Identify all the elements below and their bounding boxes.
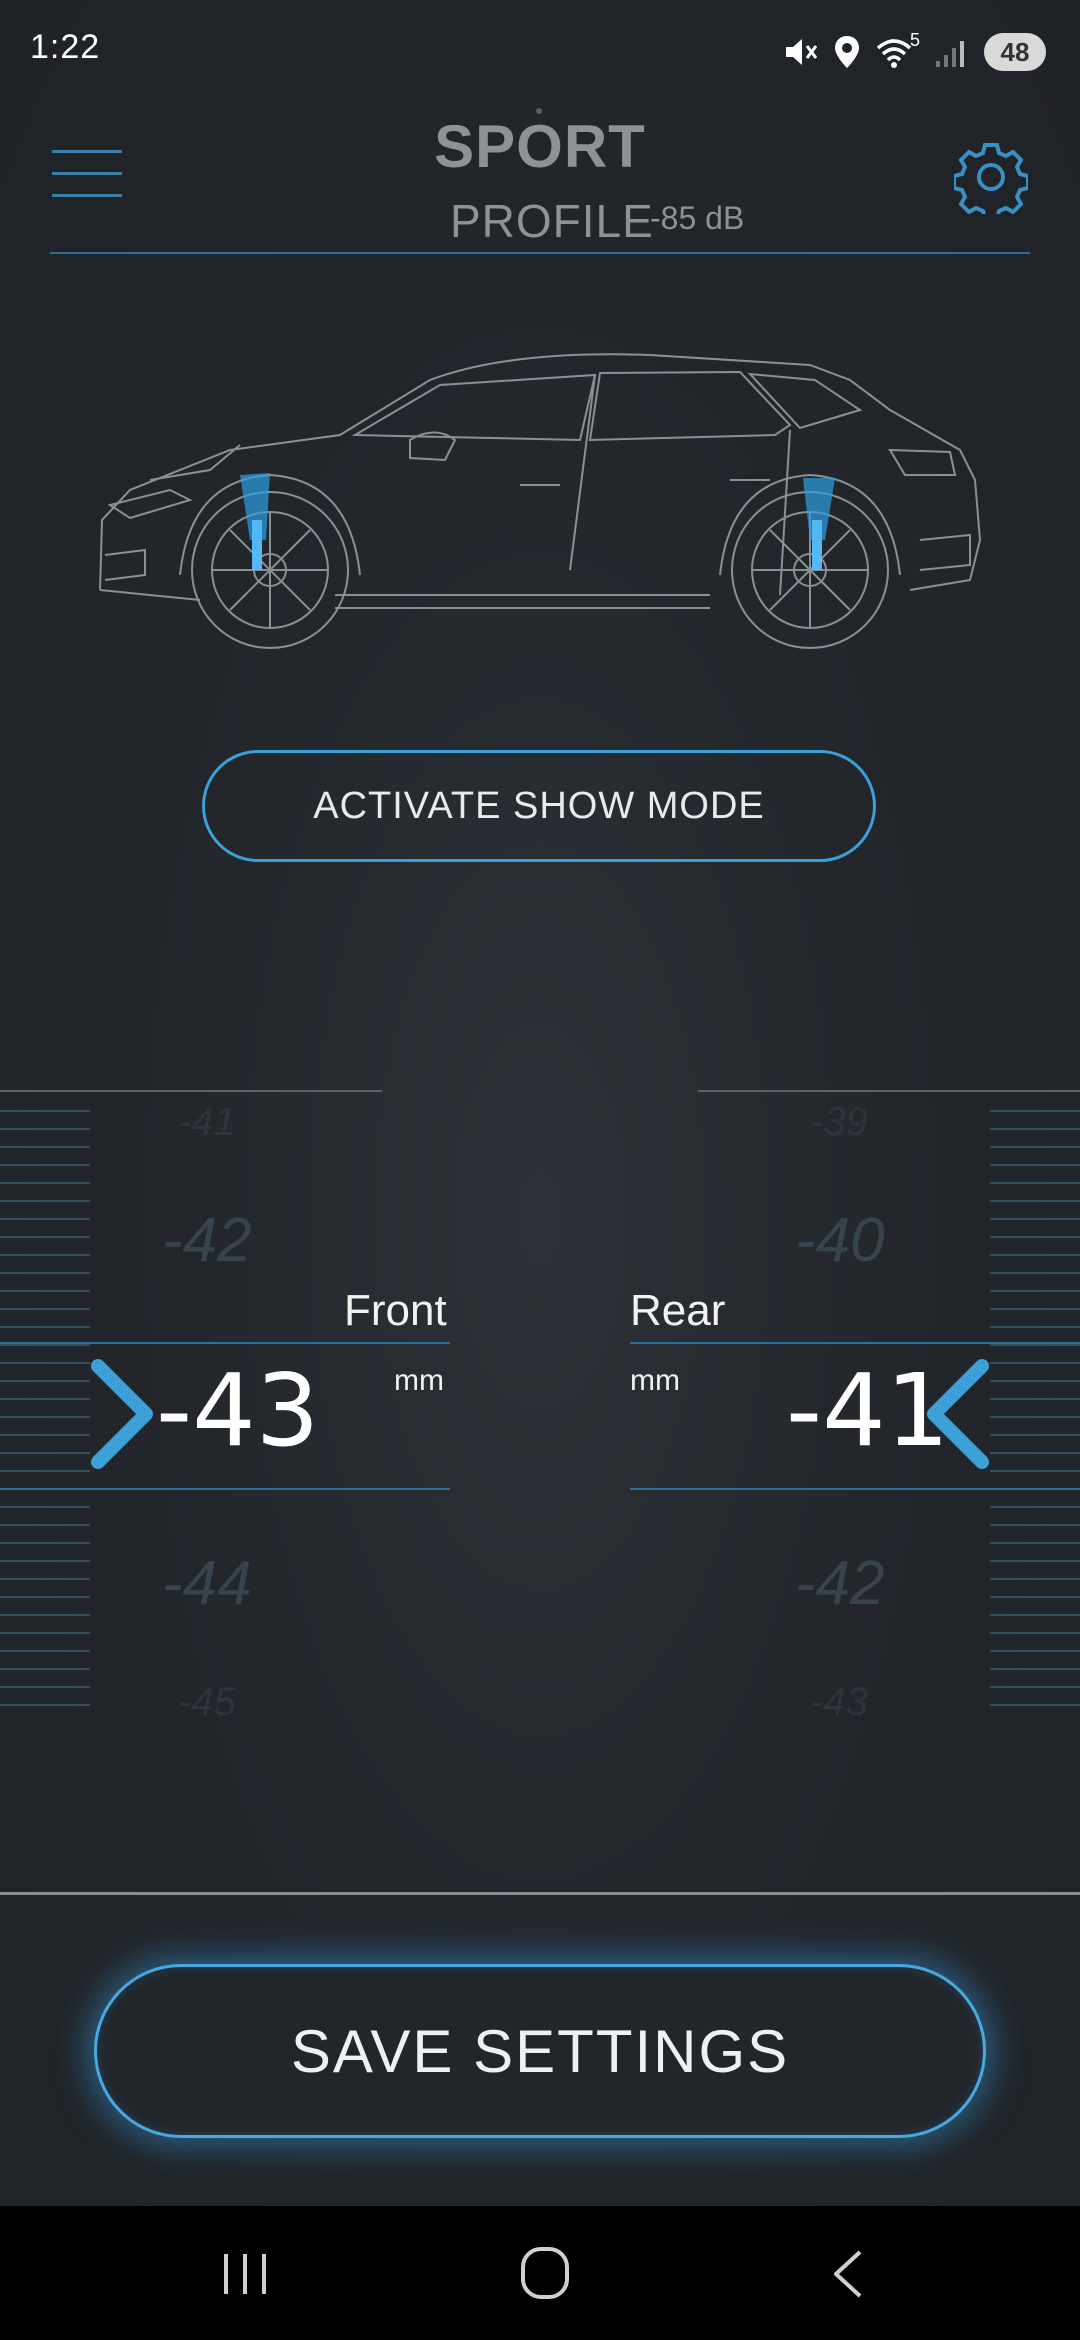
location-icon [835, 36, 859, 68]
rear-unit: mm [630, 1364, 680, 1397]
front-ghost-value: -44 [162, 1549, 252, 1618]
status-time: 1:22 [30, 28, 101, 66]
rear-ghost-value: -43 [810, 1680, 868, 1724]
front-label: Front [344, 1286, 447, 1335]
front-top-divider [0, 1090, 382, 1092]
status-icons: 5 48 [782, 30, 1046, 74]
front-tick-scale [0, 1110, 90, 1722]
header-divider [50, 252, 1030, 254]
signal-icon [936, 41, 964, 67]
recents-icon[interactable] [222, 2252, 268, 2296]
battery-icon: 48 [984, 33, 1046, 71]
home-icon[interactable] [520, 2246, 570, 2300]
wifi-icon: 5 [876, 30, 920, 70]
mute-icon [786, 39, 818, 65]
rear-value-top-line [630, 1342, 1080, 1344]
rear-top-divider [698, 1090, 1080, 1092]
car-illustration [99, 353, 982, 649]
profile-name: SPORT [434, 113, 646, 180]
back-icon[interactable] [830, 2248, 866, 2300]
chevron-right-icon[interactable] [86, 1356, 160, 1472]
front-ghost-value: -42 [162, 1206, 252, 1275]
system-nav-bar [0, 2206, 1080, 2340]
rear-ghost-value: -39 [810, 1100, 868, 1144]
show-mode-button[interactable]: ACTIVATE SHOW MODE [202, 750, 876, 862]
wifi-badge: 5 [909, 30, 920, 50]
front-value: -43 [156, 1352, 320, 1469]
front-ghost-value: -45 [178, 1680, 236, 1724]
profile-label: PROFILE [450, 195, 654, 247]
rear-ghost-value: -42 [795, 1549, 885, 1618]
rear-tick-scale [990, 1110, 1080, 1722]
chevron-left-icon[interactable] [920, 1356, 994, 1472]
front-unit: mm [394, 1364, 444, 1397]
rear-ghost-value: -40 [795, 1206, 885, 1275]
bottom-divider [0, 1892, 1080, 1895]
profile-db: -85 dB [650, 200, 745, 236]
rear-value-bottom-line [630, 1488, 1080, 1490]
rear-label: Rear [630, 1286, 726, 1335]
front-value-bottom-line [0, 1488, 450, 1490]
front-ghost-value: -41 [178, 1100, 236, 1144]
front-value-top-line [0, 1342, 450, 1344]
save-settings-button[interactable]: SAVE SETTINGS [94, 1964, 986, 2138]
gear-icon[interactable] [954, 140, 1028, 214]
